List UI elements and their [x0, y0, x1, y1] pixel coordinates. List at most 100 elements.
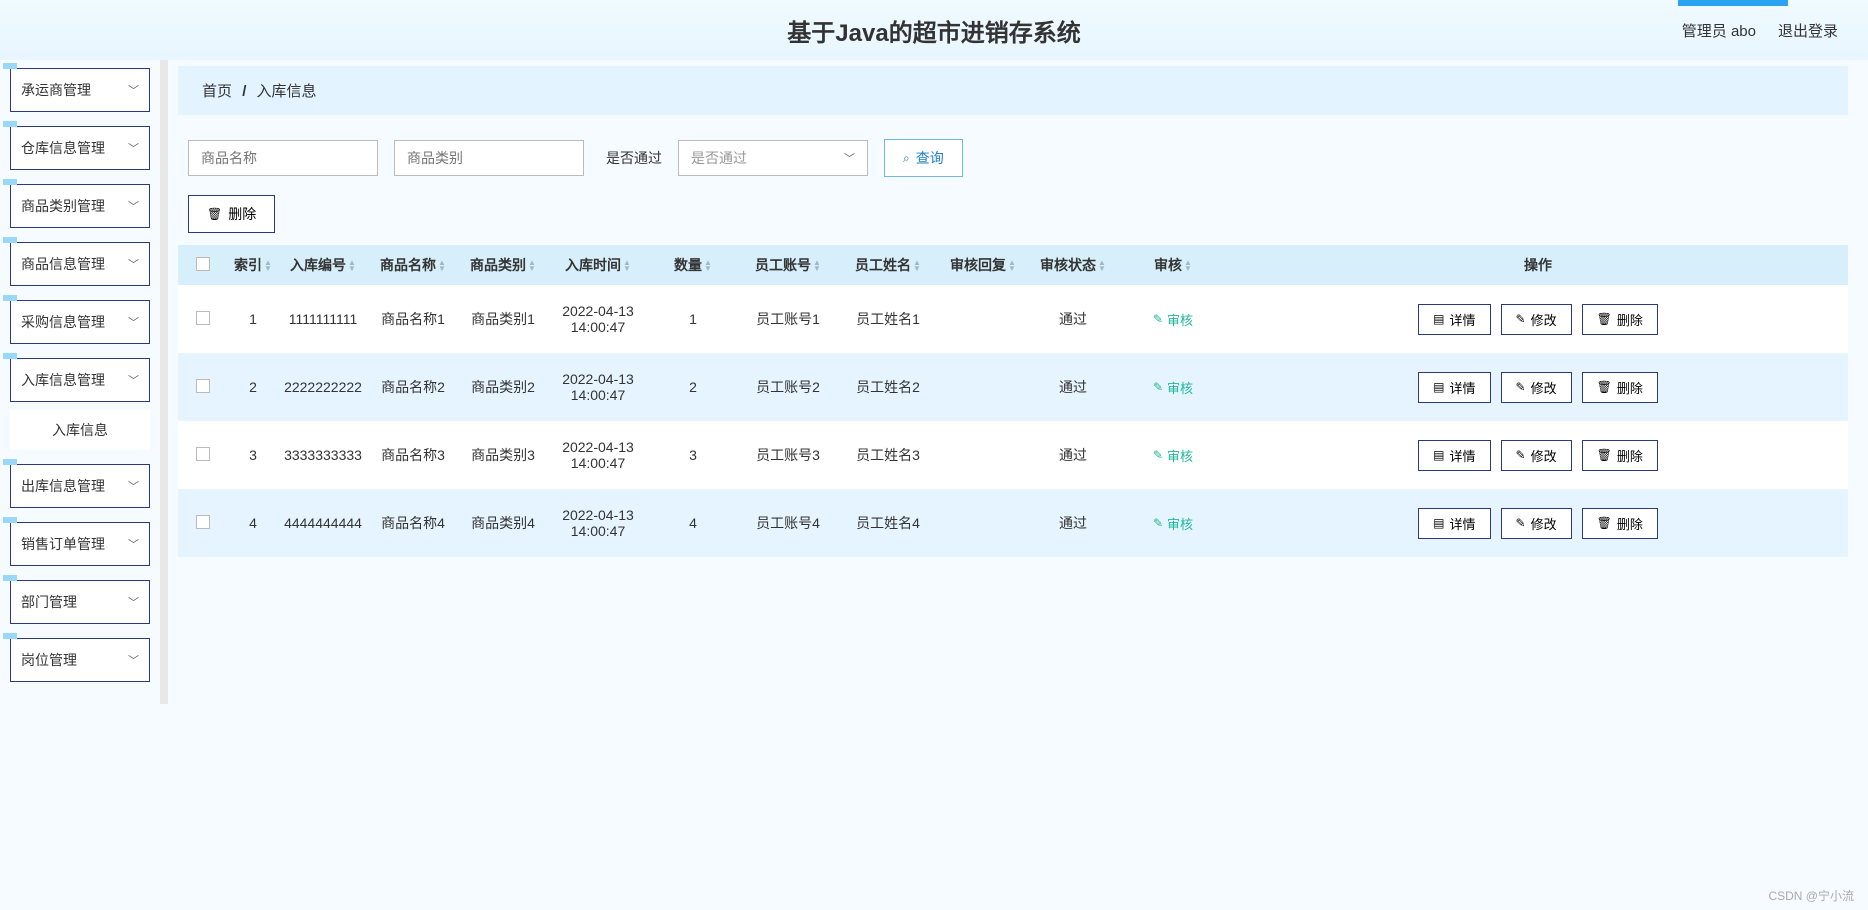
logout-link[interactable]: 退出登录 — [1778, 20, 1838, 41]
th-empname[interactable]: 员工姓名▲▼ — [838, 255, 938, 275]
row-checkbox[interactable] — [196, 515, 210, 529]
sidebar-scrollbar[interactable] — [160, 60, 168, 704]
data-table: 索引▲▼ 入库编号▲▼ 商品名称▲▼ 商品类别▲▼ 入库时间▲▼ 数量▲▼ 员工… — [178, 245, 1848, 557]
edit-icon: ✎ — [1516, 380, 1526, 394]
cell-qty: 2 — [648, 379, 738, 395]
detail-button[interactable]: ▤详情 — [1418, 440, 1490, 471]
th-account[interactable]: 员工账号▲▼ — [738, 255, 838, 275]
sidebar-item-purchase[interactable]: 采购信息管理﹀ — [10, 300, 150, 344]
edit-button[interactable]: ✎修改 — [1501, 304, 1572, 335]
table-row: 44444444444商品名称4商品类别42022-04-13 14:00:47… — [178, 489, 1848, 557]
sidebar-item-carrier[interactable]: 承运商管理﹀ — [10, 68, 150, 112]
sort-icon: ▲▼ — [704, 260, 712, 272]
table-row: 22222222222商品名称2商品类别22022-04-13 14:00:47… — [178, 353, 1848, 421]
chevron-down-icon: ﹀ — [844, 150, 855, 166]
query-button[interactable]: ⌕ 查询 — [884, 139, 963, 177]
audit-button[interactable]: ✎审核 — [1153, 446, 1193, 465]
watermark: CSDN @宁小流 — [1768, 887, 1854, 904]
cell-status: 通过 — [1028, 377, 1118, 397]
detail-icon: ▤ — [1433, 380, 1444, 394]
row-checkbox[interactable] — [196, 379, 210, 393]
cell-index: 4 — [228, 515, 278, 531]
select-placeholder: 是否通过 — [691, 148, 747, 168]
cell-status: 通过 — [1028, 445, 1118, 465]
audit-button[interactable]: ✎审核 — [1153, 514, 1193, 533]
sidebar-item-post[interactable]: 岗位管理﹀ — [10, 638, 150, 682]
th-code[interactable]: 入库编号▲▼ — [278, 255, 368, 275]
edit-icon: ✎ — [1153, 312, 1163, 326]
app-title: 基于Java的超市进销存系统 — [787, 13, 1080, 48]
delete-button[interactable]: 🗑删除 — [1582, 508, 1658, 539]
sort-icon: ▲▼ — [1098, 260, 1106, 272]
cell-name: 商品名称1 — [368, 309, 458, 329]
chevron-down-icon: ﹀ — [128, 314, 139, 330]
cell-category: 商品类别3 — [458, 445, 548, 465]
sidebar-sub-inbound-info[interactable]: 入库信息 — [10, 410, 150, 450]
sidebar-item-label: 仓库信息管理 — [21, 138, 105, 158]
edit-button[interactable]: ✎修改 — [1501, 440, 1572, 471]
filter-pass-select[interactable]: 是否通过 ﹀ — [678, 140, 868, 176]
delete-button[interactable]: 🗑删除 — [1582, 372, 1658, 403]
cell-code: 3333333333 — [278, 447, 368, 463]
cell-account: 员工账号4 — [738, 513, 838, 533]
th-category[interactable]: 商品类别▲▼ — [458, 255, 548, 275]
chevron-down-icon: ﹀ — [128, 594, 139, 610]
delete-button[interactable]: 🗑删除 — [1582, 440, 1658, 471]
sidebar-item-sales[interactable]: 销售订单管理﹀ — [10, 522, 150, 566]
th-status[interactable]: 审核状态▲▼ — [1028, 255, 1118, 275]
sidebar-item-label: 销售订单管理 — [21, 534, 105, 554]
sidebar-item-product[interactable]: 商品信息管理﹀ — [10, 242, 150, 286]
th-qty[interactable]: 数量▲▼ — [648, 255, 738, 275]
edit-icon: ✎ — [1153, 516, 1163, 530]
trash-icon: 🗑 — [1597, 448, 1612, 462]
topbar: 基于Java的超市进销存系统 管理员 abo 退出登录 — [0, 0, 1868, 60]
query-label: 查询 — [916, 148, 944, 168]
audit-button[interactable]: ✎审核 — [1153, 378, 1193, 397]
audit-button[interactable]: ✎审核 — [1153, 310, 1193, 329]
sidebar: 承运商管理﹀ 仓库信息管理﹀ 商品类别管理﹀ 商品信息管理﹀ 采购信息管理﹀ 入… — [0, 60, 160, 704]
sidebar-item-outbound[interactable]: 出库信息管理﹀ — [10, 464, 150, 508]
sidebar-item-label: 商品信息管理 — [21, 254, 105, 274]
top-accent — [1678, 0, 1788, 6]
sort-icon: ▲▼ — [348, 260, 356, 272]
chevron-down-icon: ﹀ — [128, 652, 139, 668]
sidebar-item-department[interactable]: 部门管理﹀ — [10, 580, 150, 624]
chevron-down-icon: ﹀ — [128, 198, 139, 214]
cell-category: 商品类别4 — [458, 513, 548, 533]
th-index[interactable]: 索引▲▼ — [228, 255, 278, 275]
th-time[interactable]: 入库时间▲▼ — [548, 255, 648, 275]
user-label[interactable]: 管理员 abo — [1682, 20, 1756, 41]
batch-delete-button[interactable]: 🗑 删除 — [188, 195, 275, 233]
detail-button[interactable]: ▤详情 — [1418, 372, 1490, 403]
sidebar-item-inbound[interactable]: 入库信息管理﹀ — [10, 358, 150, 402]
detail-button[interactable]: ▤详情 — [1418, 304, 1490, 335]
edit-button[interactable]: ✎修改 — [1501, 508, 1572, 539]
sort-icon: ▲▼ — [1184, 260, 1192, 272]
delete-button[interactable]: 🗑删除 — [1582, 304, 1658, 335]
sidebar-item-label: 承运商管理 — [21, 80, 91, 100]
cell-index: 3 — [228, 447, 278, 463]
filter-name-input[interactable] — [188, 140, 378, 176]
row-checkbox[interactable] — [196, 447, 210, 461]
select-all-checkbox[interactable] — [196, 257, 210, 271]
breadcrumb-current: 入库信息 — [257, 83, 317, 100]
cell-empname: 员工姓名2 — [838, 377, 938, 397]
sidebar-item-label: 出库信息管理 — [21, 476, 105, 496]
breadcrumb-home[interactable]: 首页 — [202, 83, 232, 100]
row-checkbox[interactable] — [196, 311, 210, 325]
detail-button[interactable]: ▤详情 — [1418, 508, 1490, 539]
main-content: 首页 / 入库信息 是否通过 是否通过 ﹀ ⌕ 查询 🗑 删除 索引▲▼ — [168, 60, 1868, 704]
th-audit[interactable]: 审核▲▼ — [1118, 255, 1228, 275]
sort-icon: ▲▼ — [1008, 260, 1016, 272]
table-row: 33333333333商品名称3商品类别32022-04-13 14:00:47… — [178, 421, 1848, 489]
sort-icon: ▲▼ — [438, 260, 446, 272]
filter-bar: 是否通过 是否通过 ﹀ ⌕ 查询 — [178, 139, 1848, 177]
edit-button[interactable]: ✎修改 — [1501, 372, 1572, 403]
sidebar-item-category[interactable]: 商品类别管理﹀ — [10, 184, 150, 228]
filter-category-input[interactable] — [394, 140, 584, 176]
sort-icon: ▲▼ — [264, 260, 272, 272]
sidebar-item-warehouse[interactable]: 仓库信息管理﹀ — [10, 126, 150, 170]
cell-category: 商品类别1 — [458, 309, 548, 329]
th-reply[interactable]: 审核回复▲▼ — [938, 255, 1028, 275]
th-name[interactable]: 商品名称▲▼ — [368, 255, 458, 275]
